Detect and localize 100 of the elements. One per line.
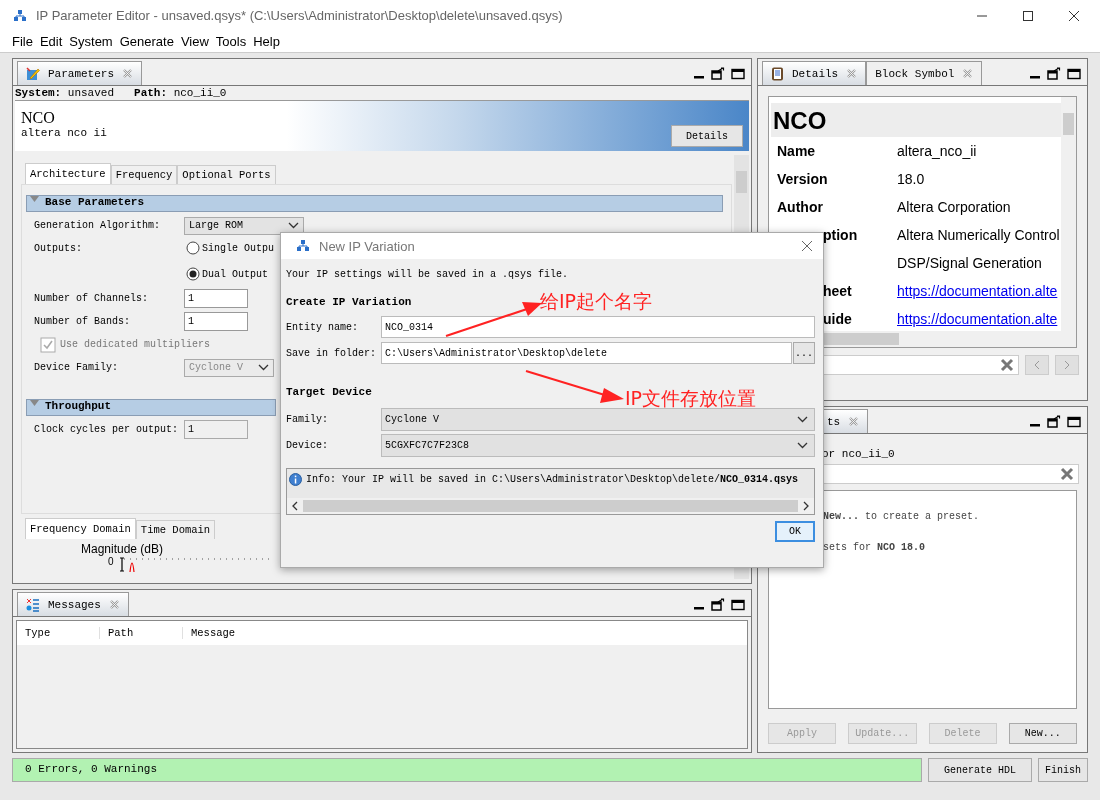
action-button[interactable]: Finish (1038, 758, 1088, 782)
dropdown[interactable]: 5CGXFC7C7F23C8 (381, 433, 815, 457)
section-header[interactable]: Base Parameters (26, 195, 723, 212)
info-text: Info: Your IP will be saved in C:\Users\Administrator\Desktop\delete/NCO_0314.qsys (306, 474, 799, 485)
field-label: Number of Bands: (34, 316, 131, 327)
column-header[interactable]: Path (100, 627, 183, 639)
field-label: Device: (286, 439, 329, 451)
property-name: heet (823, 283, 852, 299)
tab[interactable]: Frequency (110, 165, 178, 184)
menu-item[interactable]: Generate (119, 34, 174, 49)
maximize-icon[interactable] (1067, 415, 1081, 428)
property-value: 18.0 (897, 171, 925, 187)
hint-text: New... to create a preset. (823, 511, 981, 524)
panel-tab[interactable]: Details (762, 61, 867, 85)
field-label: Number of Channels: (34, 293, 150, 304)
link[interactable]: https://documentation.alte (897, 283, 1058, 299)
app-icon (297, 240, 309, 252)
field-label: Save in folder: (286, 347, 377, 359)
float-icon[interactable] (1047, 67, 1061, 80)
close-icon[interactable] (1068, 9, 1080, 22)
panel-tab[interactable]: Messages (17, 592, 129, 616)
info-icon (289, 473, 302, 486)
radio-label: Dual Output (202, 268, 268, 280)
collapse-icon (30, 196, 39, 203)
column-header[interactable]: Message (183, 627, 265, 639)
panel-tab[interactable]: Block Symbol (866, 61, 983, 85)
tab[interactable]: Time Domain (135, 520, 216, 539)
property-name: Name (777, 143, 816, 159)
section-header[interactable]: Throughput (26, 399, 276, 416)
menu-item[interactable]: System (69, 34, 113, 49)
radio-button[interactable] (186, 267, 200, 281)
menu-item[interactable]: Help (253, 34, 280, 49)
collapse-icon (30, 400, 39, 407)
menu-item[interactable]: Edit (39, 34, 63, 49)
tab[interactable]: Optional Ports (177, 165, 276, 184)
document-icon (771, 66, 784, 81)
radio-button[interactable] (186, 241, 200, 255)
maximize-icon[interactable] (1067, 67, 1081, 80)
chevron-down-icon (797, 441, 808, 449)
field-label: Device Family: (34, 362, 119, 373)
preset-button[interactable]: New... (1008, 723, 1077, 744)
app-icon (14, 9, 26, 22)
property-name: ption (823, 227, 858, 243)
property-value: Altera Numerically Control (897, 227, 1060, 243)
property-value: Altera Corporation (897, 199, 1011, 215)
pencil-icon (26, 66, 40, 81)
column-header[interactable]: Type (17, 627, 100, 639)
section-heading: Target Device (286, 386, 372, 398)
status-message: 0 Errors, 0 Warnings (12, 758, 922, 782)
component-title: NCO (21, 109, 56, 127)
property-name: Author (777, 199, 823, 215)
panel-tab[interactable]: Parameters (17, 61, 142, 85)
list-icon (26, 597, 40, 612)
details-button[interactable]: Details (671, 125, 743, 147)
float-icon[interactable] (711, 67, 725, 80)
close-icon[interactable] (801, 240, 813, 252)
chevron-down-icon (288, 222, 299, 229)
scrollbar[interactable] (287, 498, 814, 514)
link[interactable]: https://documentation.alte (897, 311, 1058, 327)
ok-button[interactable]: OK (775, 521, 815, 542)
info-text: System: unsaved (15, 87, 115, 99)
input-field[interactable]: NCO_0314 (381, 316, 815, 338)
maximize-icon[interactable] (731, 598, 745, 611)
component-title: NCO (771, 103, 1061, 137)
browse-button[interactable]: ... (793, 342, 815, 364)
chevron-down-icon (797, 415, 808, 423)
field-label: Clock cycles per output: (34, 424, 180, 435)
axis-tick-label: 0 (108, 556, 114, 567)
float-icon[interactable] (711, 598, 725, 611)
checkbox-label: Use dedicated multipliers (60, 339, 211, 350)
field-label: Family: (286, 413, 329, 425)
tab[interactable]: Frequency Domain (25, 518, 136, 539)
chevron-right-icon (1063, 360, 1071, 370)
menu-item[interactable]: View (180, 34, 209, 49)
input-field[interactable]: 1 (184, 312, 248, 331)
input-field[interactable]: C:\Users\Administrator\Desktop\delete (381, 342, 792, 364)
scrollbar[interactable] (1061, 97, 1076, 331)
dropdown[interactable]: Large ROM (184, 216, 304, 235)
float-icon[interactable] (1047, 415, 1061, 428)
maximize-icon[interactable] (731, 67, 745, 80)
clear-icon[interactable] (1000, 358, 1014, 372)
property-value: altera_nco_ii (897, 143, 977, 159)
chevron-down-icon (258, 364, 269, 371)
menu-item[interactable]: File (12, 34, 33, 49)
field-label: Entity name: (286, 321, 359, 333)
maximize-icon[interactable] (1022, 9, 1034, 22)
dropdown[interactable]: Cyclone V (381, 407, 815, 431)
property-value: DSP/Signal Generation (897, 255, 1042, 271)
dialog-title: New IP Variation (319, 238, 416, 254)
input-field[interactable]: 1 (184, 289, 248, 308)
tab[interactable]: Architecture (25, 163, 111, 184)
chart-title: Magnitude (dB) (81, 541, 165, 556)
clear-icon[interactable] (1060, 467, 1074, 481)
chevron-left-icon (1033, 360, 1041, 370)
menu-item[interactable]: Tools (215, 34, 247, 49)
radio-label: Single Outpu (202, 242, 274, 254)
property-name: uide (823, 311, 852, 327)
component-subtitle: altera nco ii (21, 127, 107, 139)
field-label: Generation Algorithm: (34, 220, 162, 231)
action-button[interactable]: Generate HDL (928, 758, 1032, 782)
